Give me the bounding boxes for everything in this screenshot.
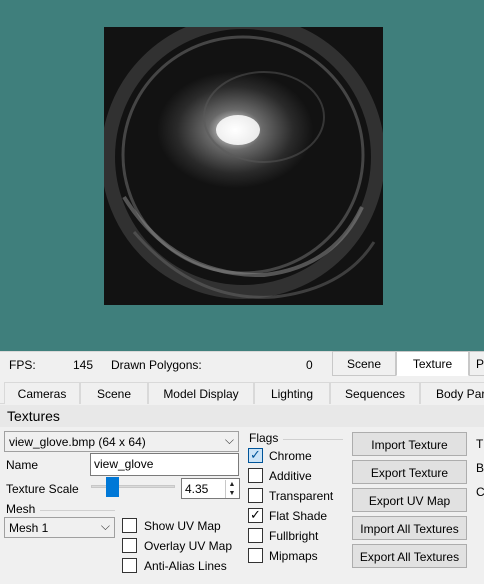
flat-shade-label: Flat Shade bbox=[269, 509, 328, 523]
cut-off-label-t: T bbox=[476, 437, 484, 451]
tab-p-top[interactable]: P bbox=[469, 351, 484, 376]
name-input[interactable]: view_glove bbox=[90, 453, 239, 476]
show-uv-map-label: Show UV Map bbox=[144, 519, 221, 533]
transparent-label: Transparent bbox=[269, 489, 334, 503]
mesh-select-value: Mesh 1 bbox=[9, 521, 49, 535]
cut-off-label-b: B bbox=[476, 461, 484, 475]
texture-scale-slider-track[interactable] bbox=[91, 485, 175, 488]
texture-select-value: view_glove.bmp (64 x 64) bbox=[9, 435, 146, 449]
additive-checkbox[interactable] bbox=[248, 468, 263, 483]
flags-group-line bbox=[283, 439, 343, 440]
chevron-down-icon: ⌵ bbox=[224, 433, 234, 447]
name-label: Name bbox=[6, 458, 39, 472]
export-uv-map-button[interactable]: Export UV Map bbox=[352, 488, 467, 512]
transparent-checkbox[interactable] bbox=[248, 488, 263, 503]
fps-label: FPS: bbox=[9, 358, 36, 372]
tab-body-parts[interactable]: Body Par bbox=[420, 382, 484, 404]
overlay-uv-map-checkbox[interactable] bbox=[122, 538, 137, 553]
chrome-checkbox[interactable] bbox=[248, 447, 263, 463]
anti-alias-lines-checkbox[interactable] bbox=[122, 558, 137, 573]
texture-scale-spinbox[interactable]: 4.35 ▲ ▼ bbox=[181, 478, 240, 499]
import-all-textures-button[interactable]: Import All Textures bbox=[352, 516, 467, 540]
mipmaps-checkbox[interactable] bbox=[248, 548, 263, 563]
spin-down-icon[interactable]: ▼ bbox=[225, 489, 238, 498]
overlay-uv-map-label: Overlay UV Map bbox=[144, 539, 233, 553]
spin-up-icon[interactable]: ▲ bbox=[225, 480, 238, 489]
import-texture-button[interactable]: Import Texture bbox=[352, 432, 467, 456]
flags-group-label: Flags bbox=[249, 431, 279, 445]
chevron-down-icon: ⌵ bbox=[100, 519, 110, 533]
flat-shade-checkbox[interactable] bbox=[248, 507, 263, 523]
texture-select[interactable]: view_glove.bmp (64 x 64) ⌵ bbox=[4, 431, 239, 452]
texture-preview-image bbox=[104, 27, 383, 305]
texture-scale-slider-thumb[interactable] bbox=[106, 477, 119, 497]
tab-model-display[interactable]: Model Display bbox=[148, 382, 254, 404]
polygons-value: 0 bbox=[306, 358, 313, 372]
tab-row: Cameras Scene Model Display Lighting Seq… bbox=[0, 380, 484, 404]
tab-sequences[interactable]: Sequences bbox=[330, 382, 420, 404]
tab-scene[interactable]: Scene bbox=[80, 382, 148, 404]
panel-title: Textures bbox=[0, 405, 484, 427]
show-uv-map-checkbox[interactable] bbox=[122, 518, 137, 533]
export-all-textures-button[interactable]: Export All Textures bbox=[352, 544, 467, 568]
3d-viewport[interactable] bbox=[0, 0, 484, 351]
cut-off-label-c: C bbox=[476, 485, 484, 499]
texture-scale-value: 4.35 bbox=[185, 482, 209, 496]
fullbright-label: Fullbright bbox=[269, 529, 319, 543]
fullbright-checkbox[interactable] bbox=[248, 528, 263, 543]
export-texture-button[interactable]: Export Texture bbox=[352, 460, 467, 484]
tab-scene-top[interactable]: Scene bbox=[332, 351, 396, 376]
mesh-group-label: Mesh bbox=[6, 502, 36, 516]
chrome-label: Chrome bbox=[269, 449, 312, 463]
texture-scale-label: Texture Scale bbox=[6, 482, 79, 496]
anti-alias-lines-label: Anti-Alias Lines bbox=[144, 559, 227, 573]
tab-texture-top[interactable]: Texture bbox=[396, 351, 469, 376]
fps-value: 145 bbox=[73, 358, 94, 372]
mipmaps-label: Mipmaps bbox=[269, 549, 318, 563]
polygons-label: Drawn Polygons: bbox=[111, 358, 202, 372]
mesh-group-line bbox=[40, 510, 115, 511]
additive-label: Additive bbox=[269, 469, 312, 483]
tab-lighting[interactable]: Lighting bbox=[254, 382, 330, 404]
mesh-select[interactable]: Mesh 1 ⌵ bbox=[4, 517, 115, 538]
tab-cameras[interactable]: Cameras bbox=[4, 382, 80, 404]
